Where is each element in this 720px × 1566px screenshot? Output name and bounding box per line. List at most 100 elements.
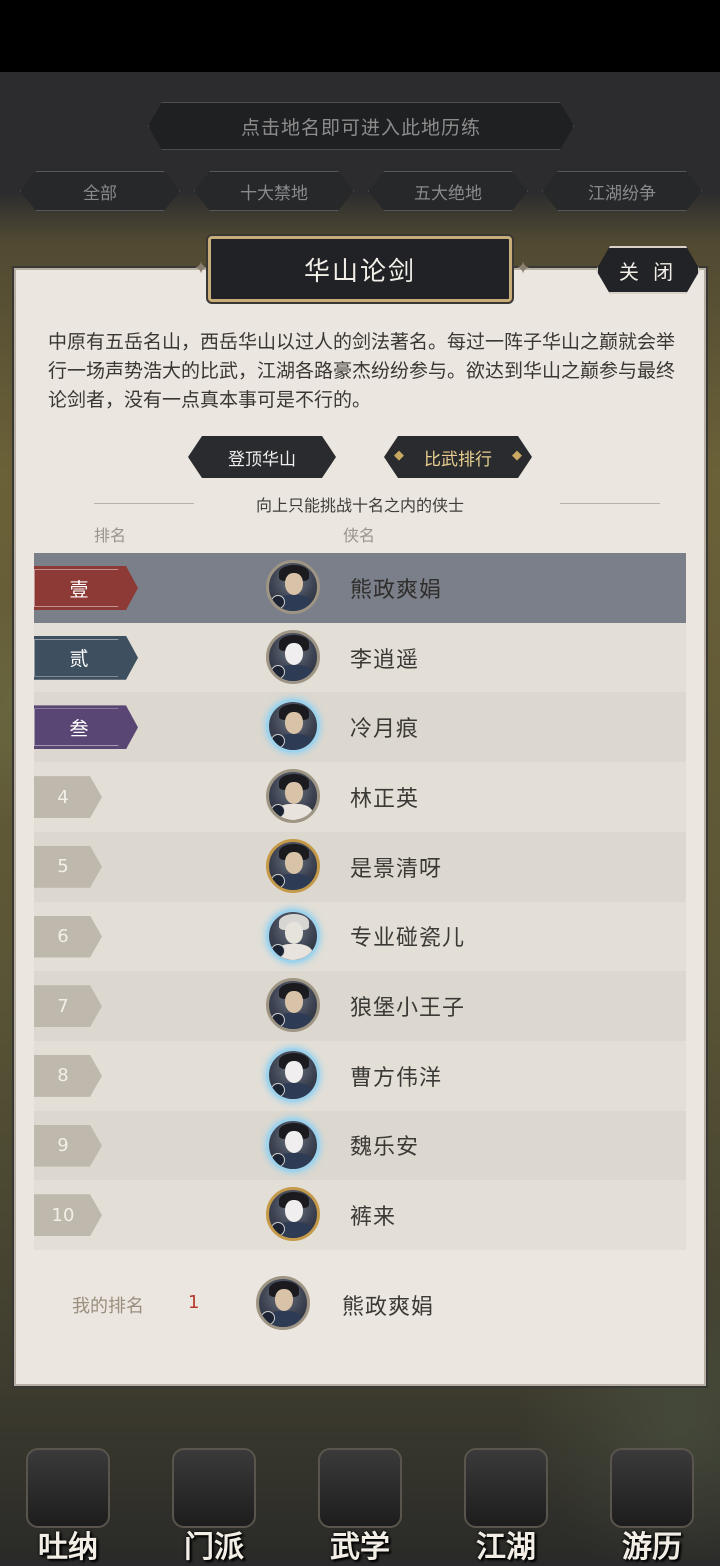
meditation-icon — [26, 1448, 110, 1528]
avatar-badge-icon — [271, 595, 285, 609]
avatar-face — [285, 642, 303, 665]
nav-label: 吐纳 — [38, 1530, 98, 1565]
avatar-badge-icon — [271, 1082, 285, 1097]
nav-item-2[interactable]: 武学 — [310, 1442, 410, 1565]
map-hint-text: 点击地名即可进入此地历练 — [240, 116, 481, 139]
ranking-row[interactable]: 7 狼堡小王子 — [34, 971, 686, 1041]
avatar-face — [285, 782, 303, 805]
sect-banner-icon — [172, 1448, 256, 1528]
climb-huashan-button[interactable]: 登顶华山 — [188, 436, 336, 478]
rank-number: 8 — [34, 1054, 102, 1097]
avatar-face — [285, 851, 303, 874]
avatar-face — [285, 1200, 303, 1223]
filter-tab-ten-forbidden[interactable]: 十大禁地 — [194, 171, 354, 211]
avatar-face — [285, 1060, 303, 1083]
avatar-badge-icon — [271, 873, 285, 888]
avatar-badge-icon — [271, 664, 285, 679]
horse-icon — [610, 1448, 694, 1528]
my-avatar[interactable] — [256, 1276, 310, 1330]
filter-tab-all[interactable]: 全部 — [20, 171, 180, 211]
ornament-gem-icon: ◆ — [394, 448, 404, 463]
player-name: 林正英 — [350, 786, 420, 812]
player-name: 狼堡小王子 — [350, 996, 466, 1022]
player-avatar[interactable] — [266, 1047, 320, 1102]
player-avatar[interactable] — [266, 769, 320, 824]
player-name: 是景清呀 — [350, 856, 443, 882]
ranking-row[interactable]: 8 曹方伟洋 — [34, 1040, 686, 1111]
ranking-row[interactable]: 5 是景清呀 — [34, 832, 686, 902]
my-rank-label: 我的排名 — [72, 1296, 144, 1317]
player-name: 熊政爽娟 — [350, 577, 443, 603]
rank-number: 10 — [34, 1194, 102, 1237]
bottom-navigation: 吐纳 门派 武学 江湖 游历 — [0, 1430, 720, 1565]
player-name: 冷月痕 — [350, 717, 420, 743]
ranking-row[interactable]: 叁 冷月痕 — [34, 692, 686, 762]
ranking-list: 壹 熊政爽娟贰 李逍遥叁 冷月痕 4 林正英 5 是景清呀 6 专业碰瓷儿 7 狼堡小王子 8 曹方伟洋 9… — [34, 553, 686, 1250]
player-avatar[interactable] — [266, 560, 320, 614]
rank-ribbon: 贰 — [34, 635, 138, 680]
nav-item-0[interactable]: 吐纳 — [18, 1442, 118, 1565]
rank-ribbon: 壹 — [34, 566, 138, 610]
avatar-badge-icon — [271, 1152, 285, 1167]
ornament-gem-icon: ◆ — [512, 448, 522, 463]
nav-item-4[interactable]: 游历 — [602, 1442, 702, 1565]
nav-label: 江湖 — [476, 1530, 536, 1565]
avatar-face — [275, 1289, 293, 1311]
ranking-tab-label: 比武排行 — [424, 449, 492, 470]
map-hint-bar: 点击地名即可进入此地历练 — [148, 102, 574, 150]
player-name: 李逍遥 — [350, 647, 420, 673]
nav-item-3[interactable]: 江湖 — [456, 1442, 556, 1565]
rank-number: 5 — [34, 845, 102, 888]
avatar-face — [285, 991, 303, 1014]
rank-number: 9 — [34, 1124, 102, 1167]
my-name: 熊政爽娟 — [342, 1295, 435, 1320]
nav-item-1[interactable]: 门派 — [164, 1442, 264, 1565]
status-bar — [0, 0, 720, 72]
rank-ribbon: 叁 — [34, 705, 138, 750]
ranking-row[interactable]: 10 裤来 — [34, 1180, 686, 1250]
avatar-badge-icon — [271, 804, 285, 819]
column-header-rank: 排名 — [94, 526, 127, 545]
player-avatar[interactable] — [266, 1187, 320, 1242]
panel-description: 中原有五岳名山，西岳华山以过人的剑法著名。每过一阵子华山之巅就会举行一场声势浩大… — [48, 331, 676, 411]
ranking-row[interactable]: 贰 李逍遥 — [34, 622, 686, 693]
challenge-rule-text: 向上只能挑战十名之内的侠士 — [255, 496, 464, 515]
rank-number: 7 — [34, 985, 102, 1028]
player-name: 魏乐安 — [350, 1135, 420, 1161]
avatar-face — [285, 573, 303, 595]
ranking-row[interactable]: 壹 熊政爽娟 — [34, 553, 686, 623]
filter-tab-five-perils[interactable]: 五大绝地 — [368, 171, 528, 211]
player-avatar[interactable] — [266, 978, 320, 1033]
climb-huashan-label: 登顶华山 — [228, 449, 296, 470]
martial-book-icon — [318, 1448, 402, 1528]
column-header-name: 侠名 — [343, 526, 376, 545]
rank-number: 4 — [34, 776, 102, 819]
ranking-row[interactable]: 9 魏乐安 — [34, 1111, 686, 1181]
my-rank-value: 1 — [188, 1292, 200, 1313]
nav-label: 游历 — [622, 1530, 682, 1565]
ranking-row[interactable]: 4 林正英 — [34, 762, 686, 832]
nav-label: 门派 — [184, 1530, 244, 1565]
nav-label: 武学 — [330, 1530, 390, 1565]
rank-number: 6 — [34, 915, 102, 958]
title-ornament-right-icon: ✦ — [515, 258, 531, 279]
player-avatar[interactable] — [266, 699, 320, 754]
player-avatar[interactable] — [266, 908, 320, 963]
bamboo-hat-icon — [464, 1448, 548, 1528]
close-button[interactable]: 关 闭 — [596, 246, 700, 294]
ranking-row[interactable]: 6 专业碰瓷儿 — [34, 901, 686, 972]
avatar-badge-icon — [271, 943, 285, 958]
avatar-face — [285, 1130, 303, 1153]
avatar-face — [285, 712, 303, 735]
player-avatar[interactable] — [266, 1117, 320, 1172]
region-filter-tabs: 全部 十大禁地 五大绝地 江湖纷争 — [0, 171, 720, 211]
player-avatar[interactable] — [266, 629, 320, 684]
avatar-face — [285, 921, 303, 944]
ranking-tab-button[interactable]: ◆ 比武排行 ◆ — [384, 436, 532, 478]
player-avatar[interactable] — [266, 838, 320, 893]
panel-title: 华山论剑 — [208, 236, 512, 302]
avatar-badge-icon — [261, 1311, 275, 1325]
player-name: 专业碰瓷儿 — [350, 926, 466, 952]
filter-tab-jianghu-disputes[interactable]: 江湖纷争 — [542, 171, 702, 211]
player-name: 裤来 — [350, 1205, 397, 1231]
